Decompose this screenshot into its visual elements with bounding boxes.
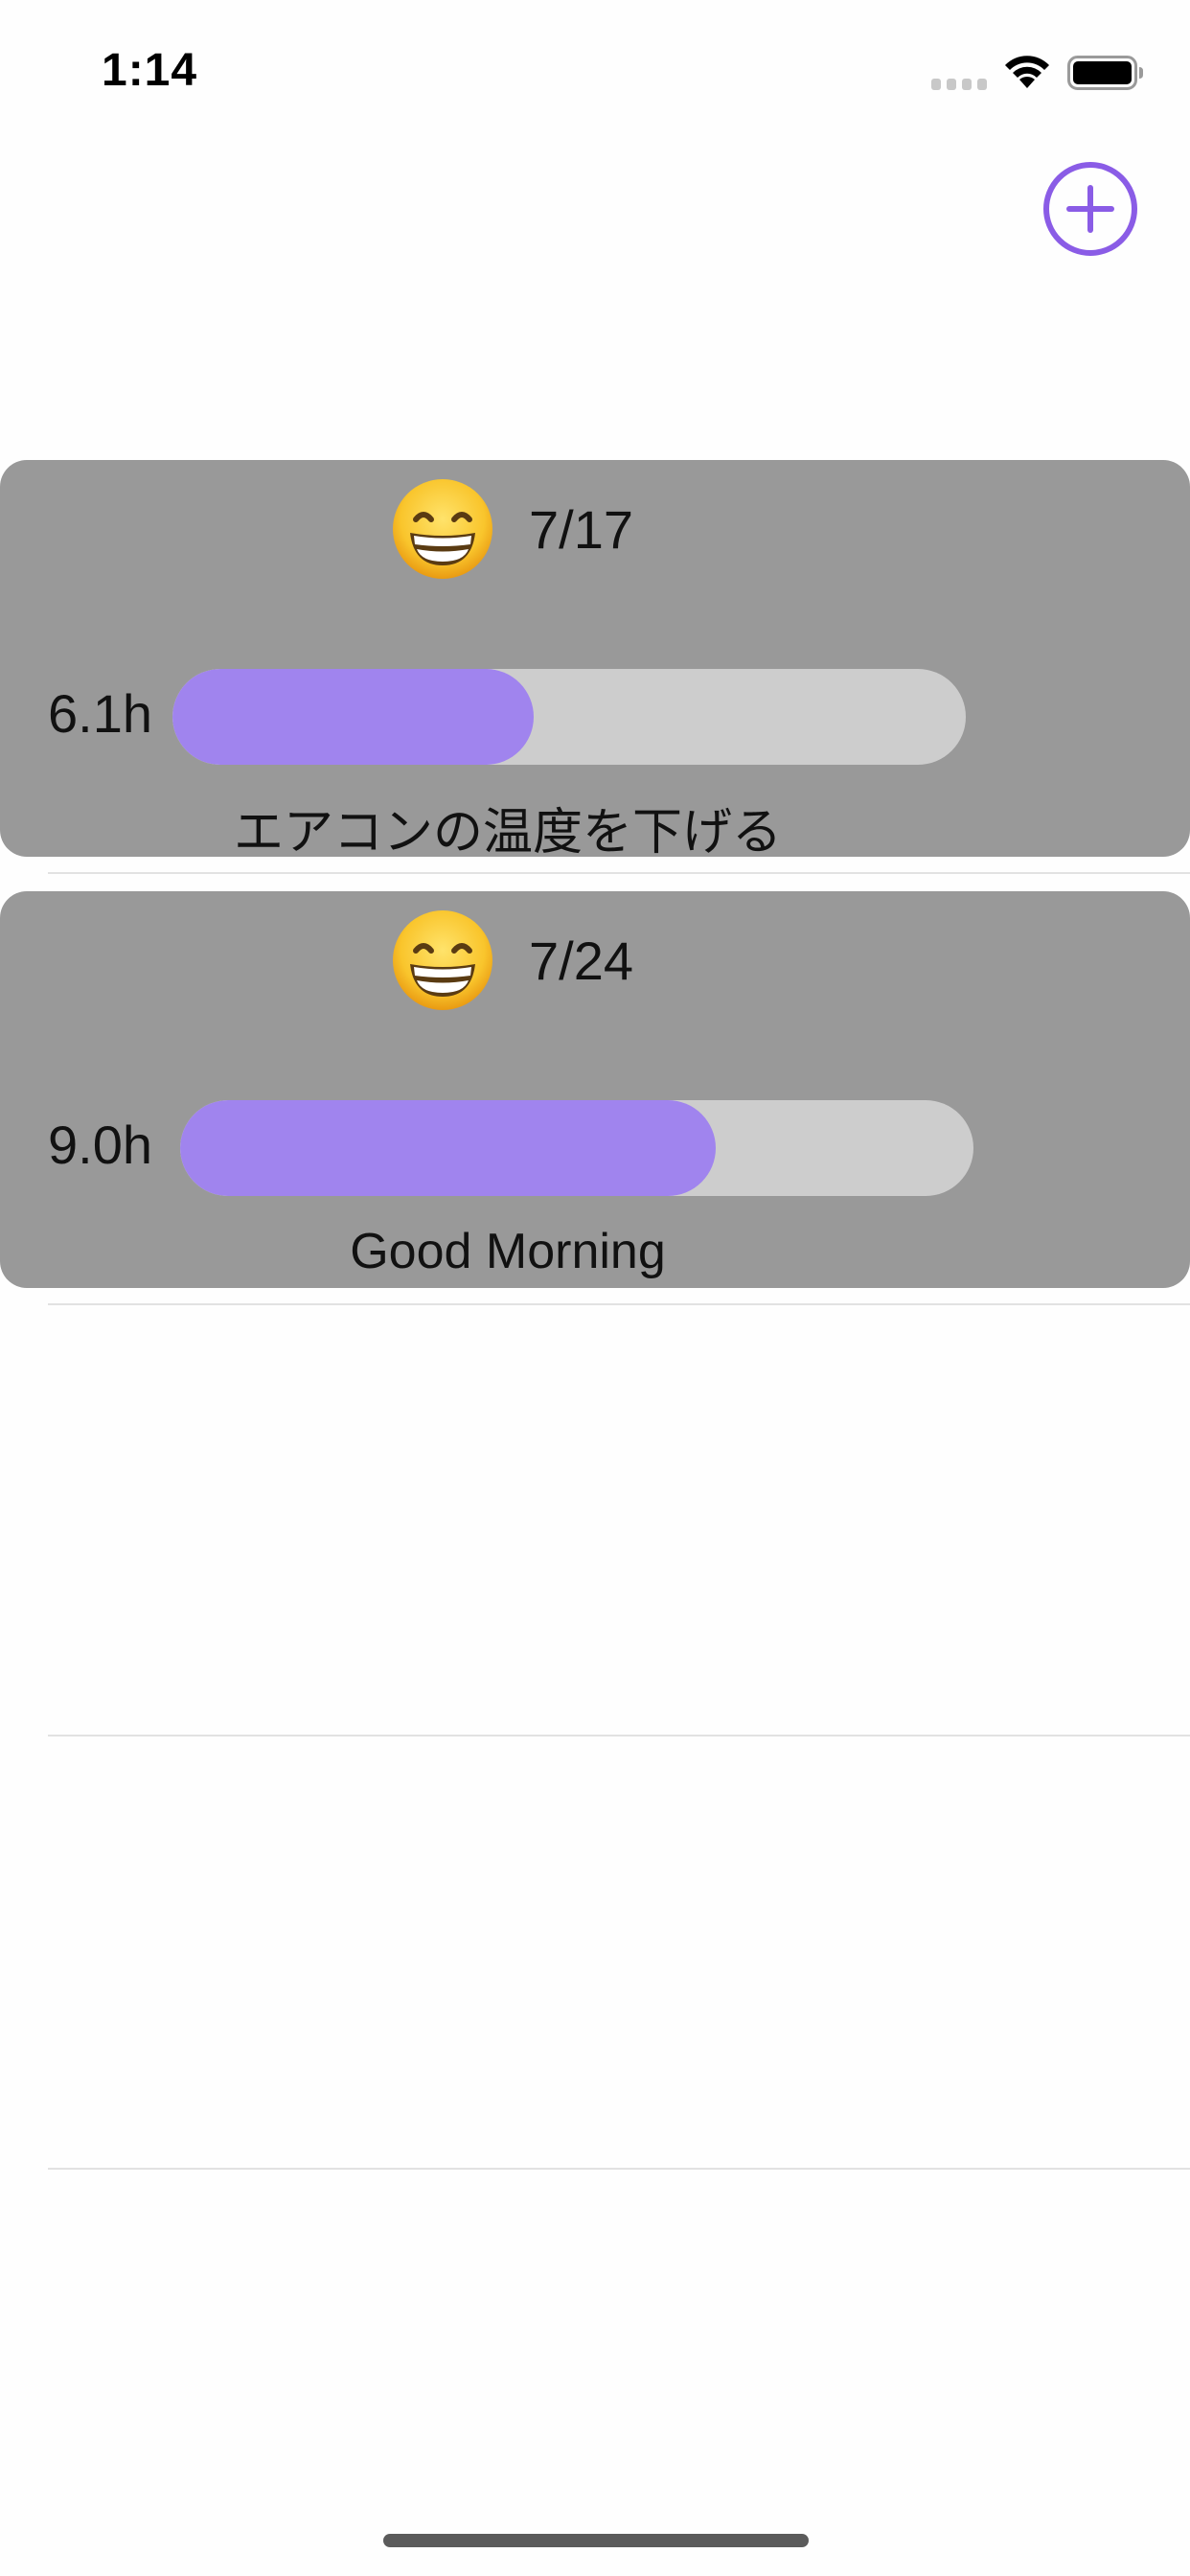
entry-note: Good Morning	[350, 1224, 666, 1279]
row-separator	[48, 2168, 1190, 2170]
entry-date: 7/24	[529, 931, 633, 991]
sleep-hours: 9.0h	[48, 1115, 152, 1175]
sleep-progress-fill	[180, 1100, 716, 1196]
entry-card[interactable]: 7/17 6.1h エアコンの温度を下げる	[0, 460, 1190, 861]
sleep-progress-bar	[172, 669, 966, 765]
plus-circle-icon	[1043, 162, 1137, 256]
grinning-face-icon	[393, 910, 492, 1010]
entry-card[interactable]: 7/24 9.0h Good Morning	[0, 891, 1190, 1288]
cellular-signal-icon	[931, 79, 987, 90]
wifi-icon	[1005, 56, 1049, 88]
row-separator	[48, 1735, 1190, 1736]
battery-icon	[1067, 56, 1143, 90]
row-separator	[48, 1303, 1190, 1305]
sleep-progress-bar	[180, 1100, 973, 1196]
entry-note: エアコンの温度を下げる	[233, 805, 782, 861]
home-indicator	[383, 2534, 809, 2547]
grinning-face-icon	[393, 479, 492, 579]
entry-date: 7/17	[529, 499, 633, 560]
row-separator	[48, 872, 1190, 874]
status-bar: 1:14	[0, 0, 1190, 134]
sleep-progress-fill	[172, 669, 534, 765]
sleep-hours: 6.1h	[48, 683, 152, 744]
add-entry-button[interactable]	[1042, 161, 1138, 257]
status-time: 1:14	[102, 45, 198, 96]
